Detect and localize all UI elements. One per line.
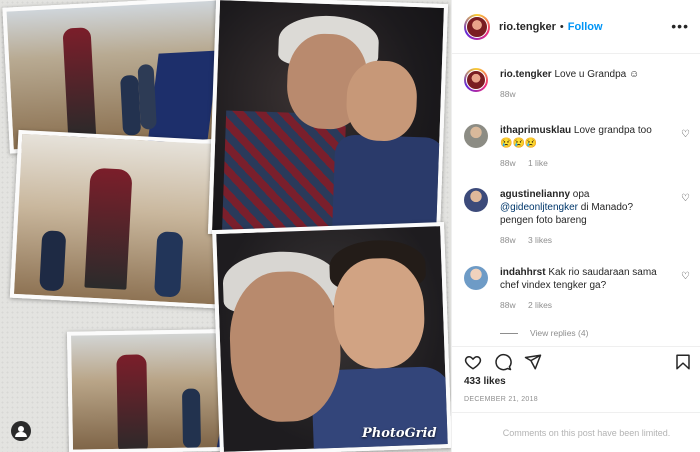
comment-like-count[interactable]: 1 like: [528, 158, 548, 168]
avatar[interactable]: [464, 68, 488, 92]
comment-username[interactable]: ithaprimusklau: [500, 125, 571, 136]
comment-text: opa: [572, 189, 590, 200]
comments-limited-notice: Comments on this post have been limited.: [452, 412, 700, 452]
comment-username[interactable]: indahhrst: [500, 267, 546, 278]
comment-age: 88w: [500, 300, 516, 310]
comment-like-count[interactable]: 3 likes: [528, 235, 552, 245]
comment-like-count[interactable]: 2 likes: [528, 300, 552, 310]
username-link[interactable]: rio.tengker: [499, 21, 556, 33]
post-sidebar: rio.tengker • Follow ••• rio.tengker Lov…: [451, 0, 700, 452]
comments-list[interactable]: rio.tengker Love u Grandpa ☺ 88w ithapri…: [452, 54, 700, 346]
instagram-post-view: PhotoGrid rio.tengker • Follow ••• rio.t…: [0, 0, 700, 452]
heart-icon[interactable]: ♡: [681, 271, 690, 282]
post-header: rio.tengker • Follow •••: [452, 0, 700, 54]
avatar[interactable]: [464, 124, 488, 148]
avatar[interactable]: [464, 13, 490, 40]
more-options-icon[interactable]: •••: [671, 18, 689, 34]
post-image-collage[interactable]: PhotoGrid: [0, 0, 451, 452]
replies-line: [500, 332, 518, 334]
action-bar: [452, 346, 700, 376]
heart-icon[interactable]: [464, 353, 482, 371]
post-date: DECEMBER 21, 2018: [464, 396, 538, 403]
caption-username[interactable]: rio.tengker: [500, 69, 552, 80]
bookmark-icon[interactable]: [674, 353, 692, 371]
separator-dot: •: [559, 20, 564, 33]
avatar[interactable]: [464, 188, 488, 212]
comment-age: 88w: [500, 158, 516, 168]
avatar[interactable]: [464, 266, 488, 290]
caption-age: 88w: [500, 89, 516, 99]
profile-icon[interactable]: [11, 421, 31, 441]
follow-button[interactable]: Follow: [568, 21, 603, 33]
heart-icon[interactable]: ♡: [681, 129, 690, 140]
collage-photo-hug: [207, 0, 449, 242]
caption-text: Love u Grandpa ☺: [554, 69, 640, 80]
collage-photo-closeup: [212, 222, 451, 452]
photogrid-watermark: PhotoGrid: [362, 426, 437, 441]
likes-count[interactable]: 433 likes: [464, 376, 506, 387]
comment-age: 88w: [500, 235, 516, 245]
view-replies-link[interactable]: View replies (4): [500, 328, 588, 338]
share-icon[interactable]: [524, 353, 542, 371]
view-replies-label: View replies (4): [530, 328, 589, 338]
comment-username[interactable]: agustinelianny: [500, 189, 570, 200]
heart-icon[interactable]: ♡: [681, 193, 690, 204]
mention-link[interactable]: @gideonljtengker: [500, 202, 578, 213]
comment-icon[interactable]: [494, 353, 512, 371]
